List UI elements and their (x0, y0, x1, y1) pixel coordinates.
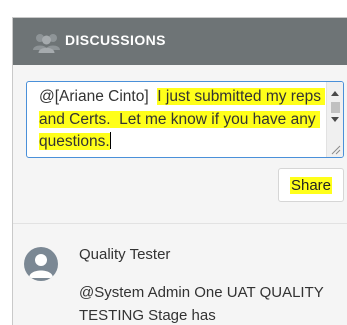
people-group-icon (33, 34, 60, 53)
resize-grip-icon[interactable] (329, 143, 341, 155)
person-silhouette-icon (29, 254, 53, 278)
discussion-feed: Quality Tester @System Admin One UAT QUA… (13, 223, 347, 325)
discussions-panel: DISCUSSIONS @[Ariane Cinto] I just submi… (12, 17, 347, 325)
scroll-thumb[interactable] (331, 102, 340, 113)
compose-area: @[Ariane Cinto] I just submitted my reps… (13, 65, 347, 223)
share-button[interactable]: Share (278, 168, 344, 202)
discussions-header: DISCUSSIONS (13, 18, 347, 65)
discussions-title: DISCUSSIONS (65, 32, 166, 48)
discussion-textarea-text[interactable]: @[Ariane Cinto] I just submitted my reps… (39, 86, 326, 154)
discussion-textarea[interactable]: @[Ariane Cinto] I just submitted my reps… (26, 81, 344, 158)
share-button-label: Share (289, 176, 333, 194)
scroll-down-arrow-icon[interactable] (331, 117, 339, 122)
scroll-up-arrow-icon[interactable] (331, 91, 339, 96)
post-author[interactable]: Quality Tester (79, 246, 170, 263)
user-avatar-icon[interactable] (24, 247, 58, 281)
mention-tag: @[Ariane Cinto] (39, 88, 149, 105)
post-body: @System Admin One UAT QUALITY TESTING St… (79, 284, 324, 324)
text-caret (109, 132, 111, 149)
